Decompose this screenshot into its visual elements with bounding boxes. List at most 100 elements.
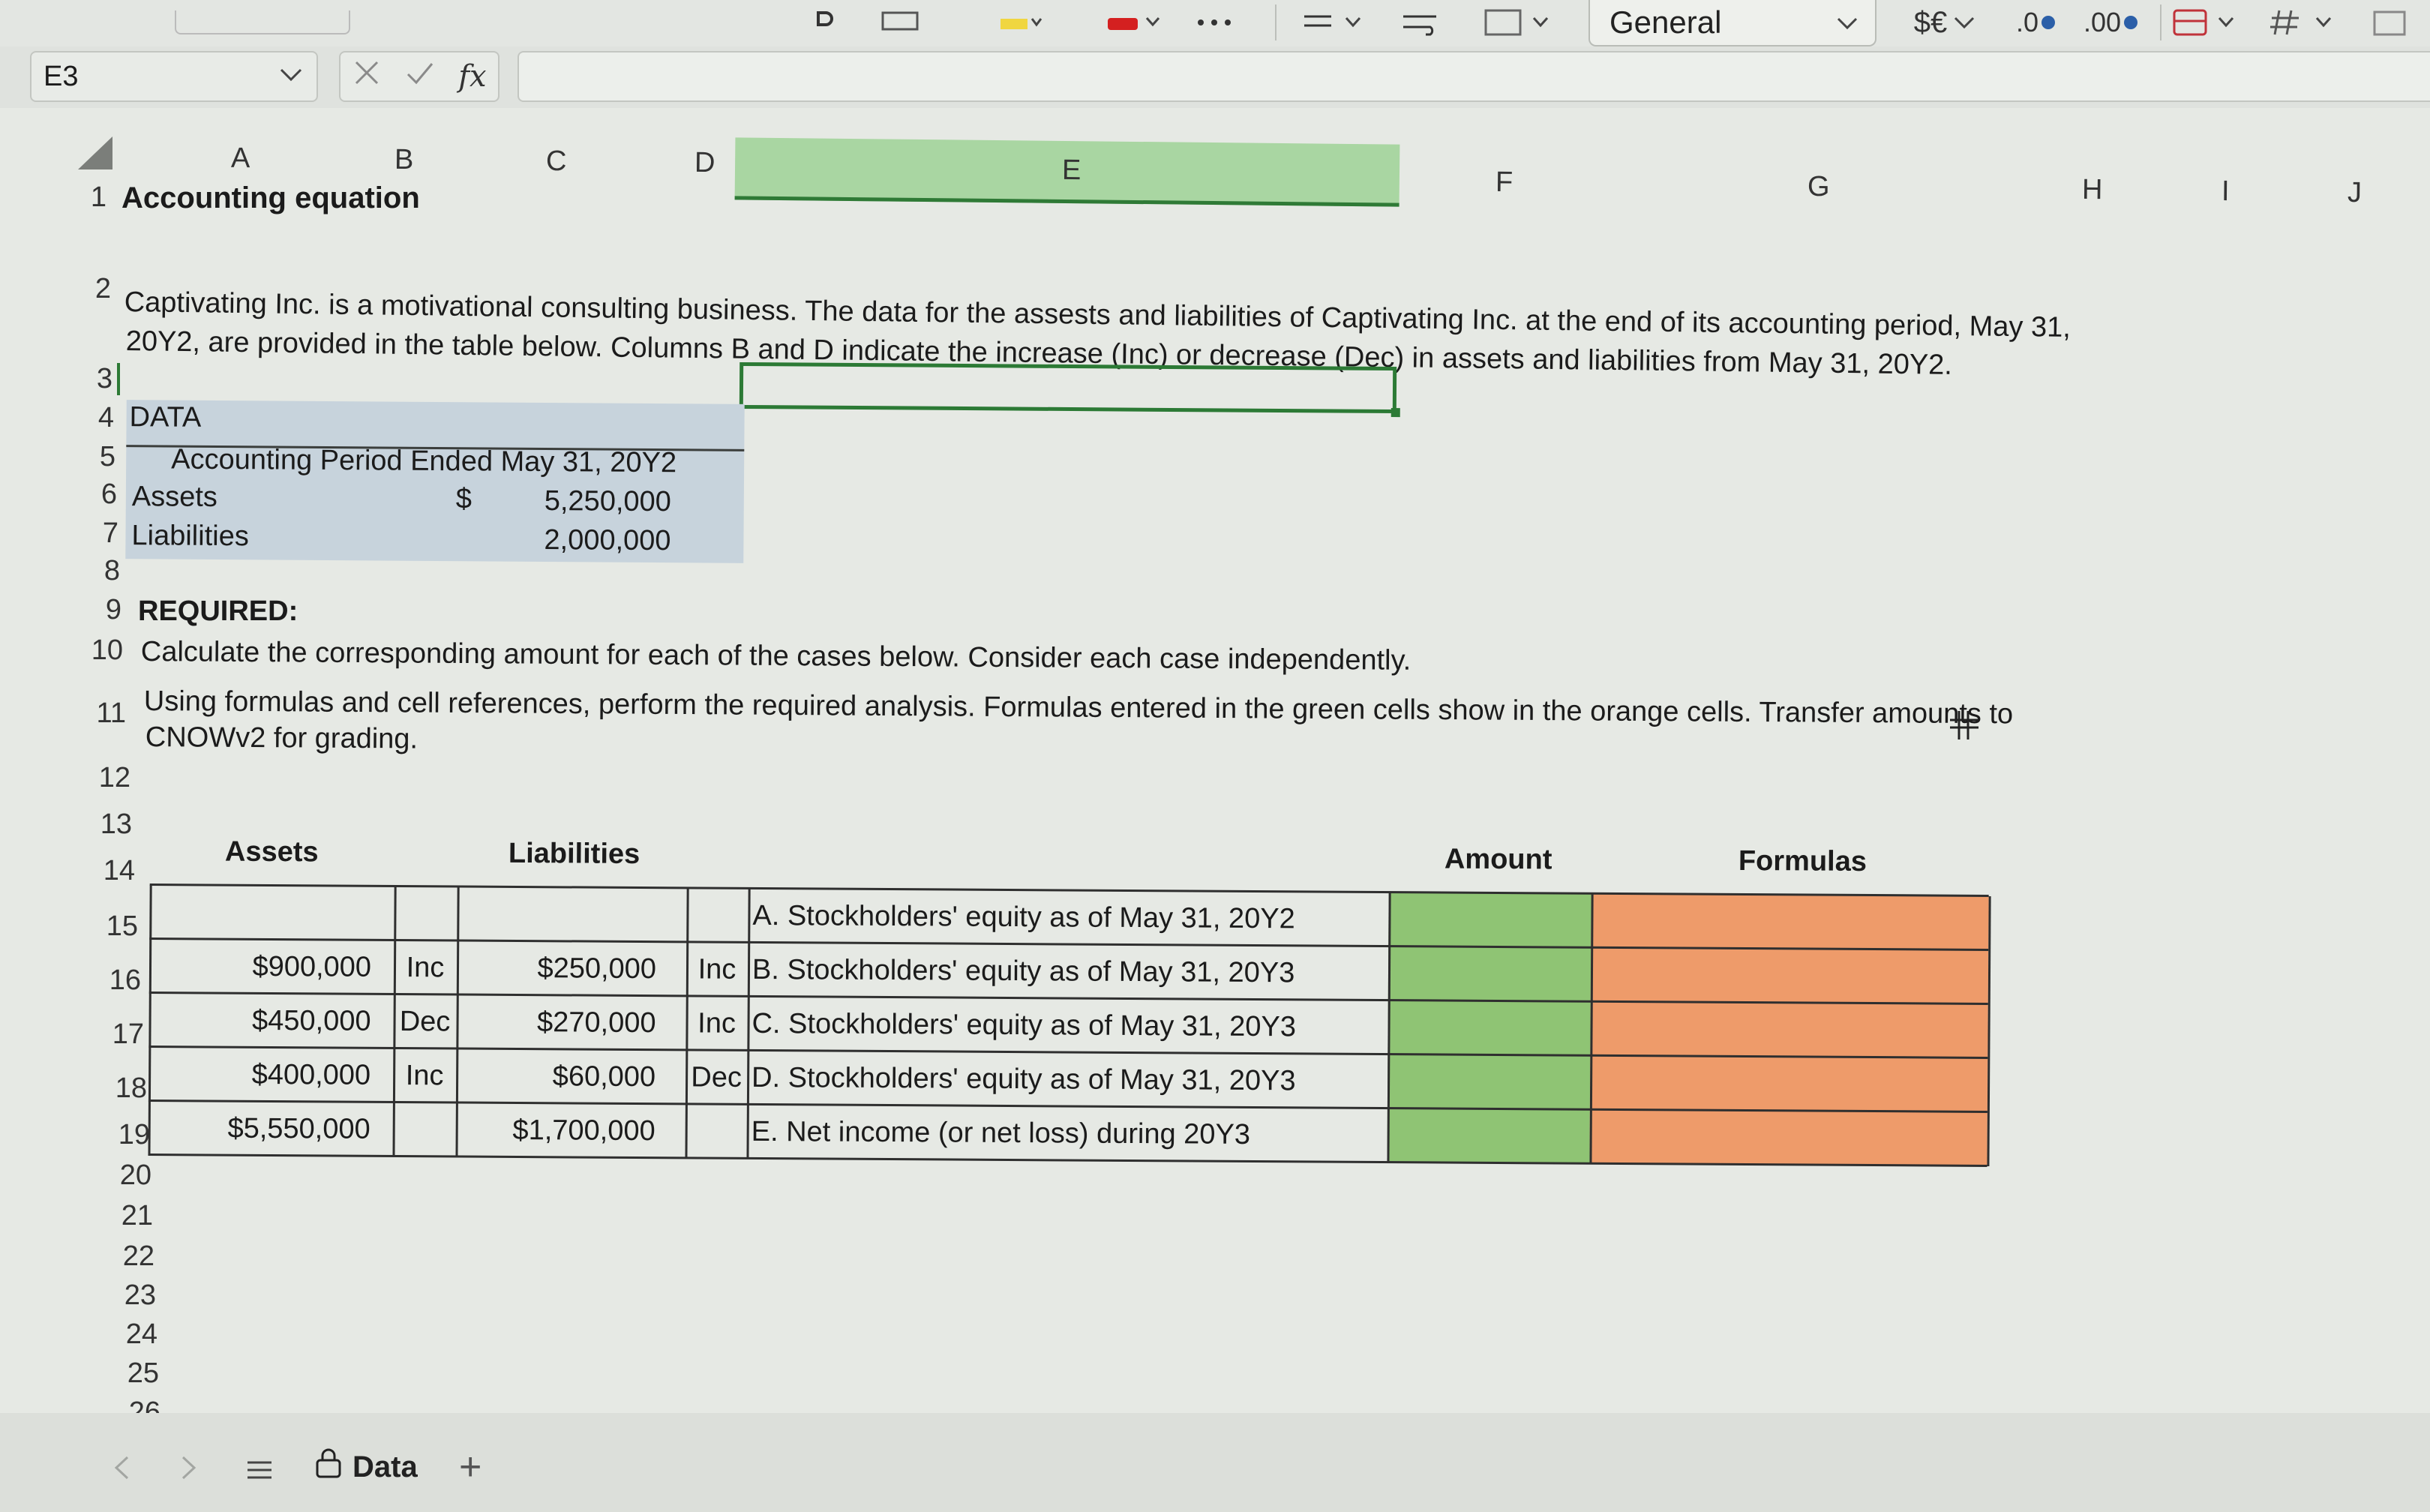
row-assets[interactable]	[149, 885, 394, 940]
row-liabilities-direction[interactable]	[686, 888, 748, 942]
active-cell-e3[interactable]	[739, 362, 1400, 418]
column-header-c[interactable]: C	[546, 146, 567, 178]
formula-cell[interactable]	[1591, 894, 1988, 950]
font-name-box[interactable]	[172, 3, 352, 42]
fill-handle[interactable]	[1390, 408, 1400, 418]
column-header-i[interactable]: I	[2222, 176, 2230, 208]
conditional-format-icon[interactable]	[2168, 3, 2250, 42]
add-sheet-button[interactable]: +	[459, 1444, 482, 1490]
instruction-1[interactable]: Calculate the corresponding amount for e…	[141, 636, 1412, 677]
row-header-20[interactable]: 20	[99, 1160, 152, 1192]
data-liabilities-value[interactable]: 2,000,000	[544, 524, 670, 557]
instruction-2-line-2[interactable]: CNOWv2 for grading.	[146, 722, 418, 756]
row-header-15[interactable]: 15	[86, 910, 138, 943]
data-currency-symbol[interactable]: $	[456, 483, 472, 515]
row-liabilities[interactable]: $250,000	[457, 941, 686, 997]
chevron-down-icon[interactable]	[279, 67, 303, 87]
data-period[interactable]: Accounting Period Ended May 31, 20Y2	[171, 444, 676, 480]
column-header-a[interactable]: A	[231, 142, 250, 175]
format-as-table-icon[interactable]	[2265, 3, 2348, 42]
scroll-right-icon[interactable]	[180, 1452, 198, 1488]
row-assets-direction[interactable]: Inc	[394, 940, 457, 995]
row-header-14[interactable]: 14	[82, 855, 135, 887]
row-header-3[interactable]: 3	[60, 363, 120, 395]
required-label[interactable]: REQUIRED:	[138, 596, 298, 628]
row-header-9[interactable]: 9	[69, 594, 122, 626]
all-sheets-menu-icon[interactable]	[244, 1454, 274, 1490]
row-header-6[interactable]: 6	[64, 478, 117, 511]
row-liabilities-direction[interactable]: Inc	[686, 996, 747, 1050]
row-liabilities-direction[interactable]: Inc	[686, 942, 748, 996]
row-header-2[interactable]: 2	[58, 273, 111, 305]
more-options-icon[interactable]	[1192, 3, 1238, 42]
row-assets-direction[interactable]	[392, 1102, 455, 1157]
merge-cells-icon[interactable]	[1478, 3, 1560, 42]
column-header-f[interactable]: F	[1496, 166, 1514, 199]
row-header-11[interactable]: 11	[74, 698, 126, 730]
row-header-22[interactable]: 22	[102, 1240, 154, 1273]
confirm-icon[interactable]	[405, 58, 435, 96]
amount-cell[interactable]	[1388, 892, 1591, 948]
row-assets[interactable]: $5,550,000	[148, 1101, 392, 1156]
row-header-12[interactable]: 12	[78, 762, 130, 794]
align-icon[interactable]	[1298, 3, 1372, 42]
data-liabilities-label[interactable]: Liabilities	[131, 520, 249, 553]
column-header-d[interactable]: D	[694, 147, 716, 179]
column-header-h[interactable]: H	[2082, 174, 2103, 206]
header-amount[interactable]: Amount	[1444, 844, 1552, 877]
row-description[interactable]: E. Net income (or net loss) during 20Y3	[751, 1105, 1387, 1162]
scroll-left-icon[interactable]	[112, 1452, 130, 1488]
amount-cell[interactable]	[1388, 1000, 1590, 1056]
row-liabilities[interactable]: $1,700,000	[455, 1102, 685, 1158]
header-liabilities[interactable]: Liabilities	[508, 838, 640, 871]
row-description[interactable]: C. Stockholders' equity as of May 31, 20…	[752, 997, 1388, 1054]
row-description[interactable]: B. Stockholders' equity as of May 31, 20…	[752, 943, 1388, 1000]
bold-icon[interactable]	[802, 3, 848, 42]
formula-cell[interactable]	[1591, 948, 1988, 1004]
column-header-b[interactable]: B	[394, 144, 414, 176]
data-header[interactable]: DATA	[129, 401, 201, 434]
column-header-e[interactable]: E	[1062, 154, 1082, 187]
header-formulas[interactable]: Formulas	[1738, 845, 1867, 878]
amount-cell[interactable]	[1387, 1108, 1589, 1164]
formula-cell[interactable]	[1589, 1110, 1987, 1166]
decrease-decimal-button[interactable]: .00	[2078, 3, 2145, 42]
row-header-10[interactable]: 10	[70, 634, 123, 667]
row-header-1[interactable]: 1	[54, 182, 106, 214]
amount-cell[interactable]	[1388, 1054, 1590, 1110]
row-description[interactable]: A. Stockholders' equity as of May 31, 20…	[752, 889, 1388, 946]
row-assets-direction[interactable]: Inc	[393, 1048, 456, 1103]
cell-styles-icon[interactable]	[2362, 3, 2422, 42]
number-format-dropdown[interactable]: General	[1588, 0, 1876, 46]
data-assets-value[interactable]: 5,250,000	[544, 485, 671, 518]
sheet-tab-data[interactable]: Data	[315, 1440, 418, 1494]
row-assets-direction[interactable]	[394, 886, 457, 941]
row-header-25[interactable]: 25	[106, 1358, 159, 1390]
sheet-title[interactable]: Accounting equation	[122, 182, 420, 215]
row-header-16[interactable]: 16	[88, 964, 141, 997]
amount-cell[interactable]	[1388, 946, 1591, 1002]
formula-cell[interactable]	[1590, 1056, 1988, 1112]
wrap-text-icon[interactable]	[1395, 3, 1448, 42]
row-header-19[interactable]: 19	[98, 1119, 150, 1151]
row-description[interactable]: D. Stockholders' equity as of May 31, 20…	[752, 1051, 1388, 1108]
row-liabilities[interactable]: $60,000	[456, 1048, 686, 1104]
insert-function-icon[interactable]: fx	[458, 59, 486, 94]
select-all-corner[interactable]	[78, 136, 112, 170]
formula-input[interactable]	[518, 51, 2430, 102]
data-assets-label[interactable]: Assets	[132, 481, 218, 514]
currency-format-button[interactable]: $€	[1905, 3, 1988, 42]
row-header-4[interactable]: 4	[62, 402, 114, 434]
row-header-17[interactable]: 17	[92, 1018, 144, 1051]
cancel-icon[interactable]	[352, 58, 382, 96]
row-header-24[interactable]: 24	[105, 1318, 158, 1351]
row-liabilities-direction[interactable]	[685, 1104, 746, 1158]
row-assets[interactable]: $900,000	[149, 939, 394, 994]
row-header-18[interactable]: 18	[94, 1072, 147, 1105]
row-assets[interactable]: $450,000	[148, 993, 393, 1048]
header-assets[interactable]: Assets	[225, 836, 319, 869]
row-liabilities[interactable]	[457, 887, 686, 943]
row-liabilities[interactable]: $270,000	[456, 995, 686, 1051]
border-icon[interactable]	[878, 3, 922, 42]
row-header-13[interactable]: 13	[80, 808, 132, 841]
